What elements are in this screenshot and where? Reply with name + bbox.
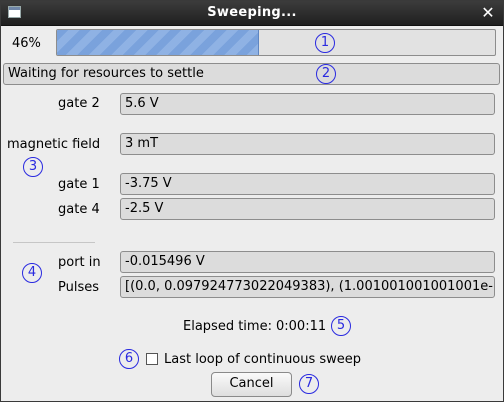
annotation-marker-1: 1	[315, 33, 335, 53]
annotation-marker-6: 6	[119, 349, 139, 369]
progress-bar	[56, 29, 496, 56]
window-title: Sweeping...	[207, 5, 297, 20]
param-value-gate-2: 5.6 V	[120, 93, 495, 115]
param-label-magnetic-field: magnetic field	[7, 137, 101, 152]
measurement-label-port-in: port in	[58, 255, 101, 270]
param-label-gate-4: gate 4	[58, 202, 100, 217]
last-loop-checkbox[interactable]	[146, 353, 158, 365]
param-value-magnetic-field: 3 mT	[120, 133, 495, 155]
annotation-marker-5: 5	[331, 316, 351, 336]
status-field: Waiting for resources to settle	[3, 63, 500, 85]
progress-fill	[57, 30, 260, 55]
annotation-marker-3: 3	[23, 157, 43, 177]
param-label-gate-1: gate 1	[58, 177, 100, 192]
elapsed-time-value: 0:00:11	[276, 319, 327, 334]
measurement-value-port-in: -0.015496 V	[120, 251, 495, 273]
measurement-value-pulses: [(0.0, 0.097924773022049383), (1.0010010…	[120, 276, 495, 298]
param-label-gate-2: gate 2	[58, 96, 100, 111]
title-bar: Sweeping... ✕	[1, 1, 503, 26]
param-value-gate-4: -2.5 V	[120, 198, 495, 220]
close-icon[interactable]: ✕	[479, 4, 497, 22]
elapsed-time-label: Elapsed time:	[183, 319, 272, 334]
section-divider	[13, 242, 95, 243]
annotation-marker-2: 2	[316, 64, 336, 84]
param-value-gate-1: -3.75 V	[120, 173, 495, 195]
measurement-label-pulses: Pulses	[58, 280, 100, 295]
progress-percent: 46%	[12, 36, 41, 51]
last-loop-label[interactable]: Last loop of continuous sweep	[164, 352, 361, 367]
cancel-button[interactable]: Cancel	[211, 372, 292, 397]
annotation-marker-7: 7	[299, 374, 319, 394]
annotation-marker-4: 4	[22, 263, 42, 283]
